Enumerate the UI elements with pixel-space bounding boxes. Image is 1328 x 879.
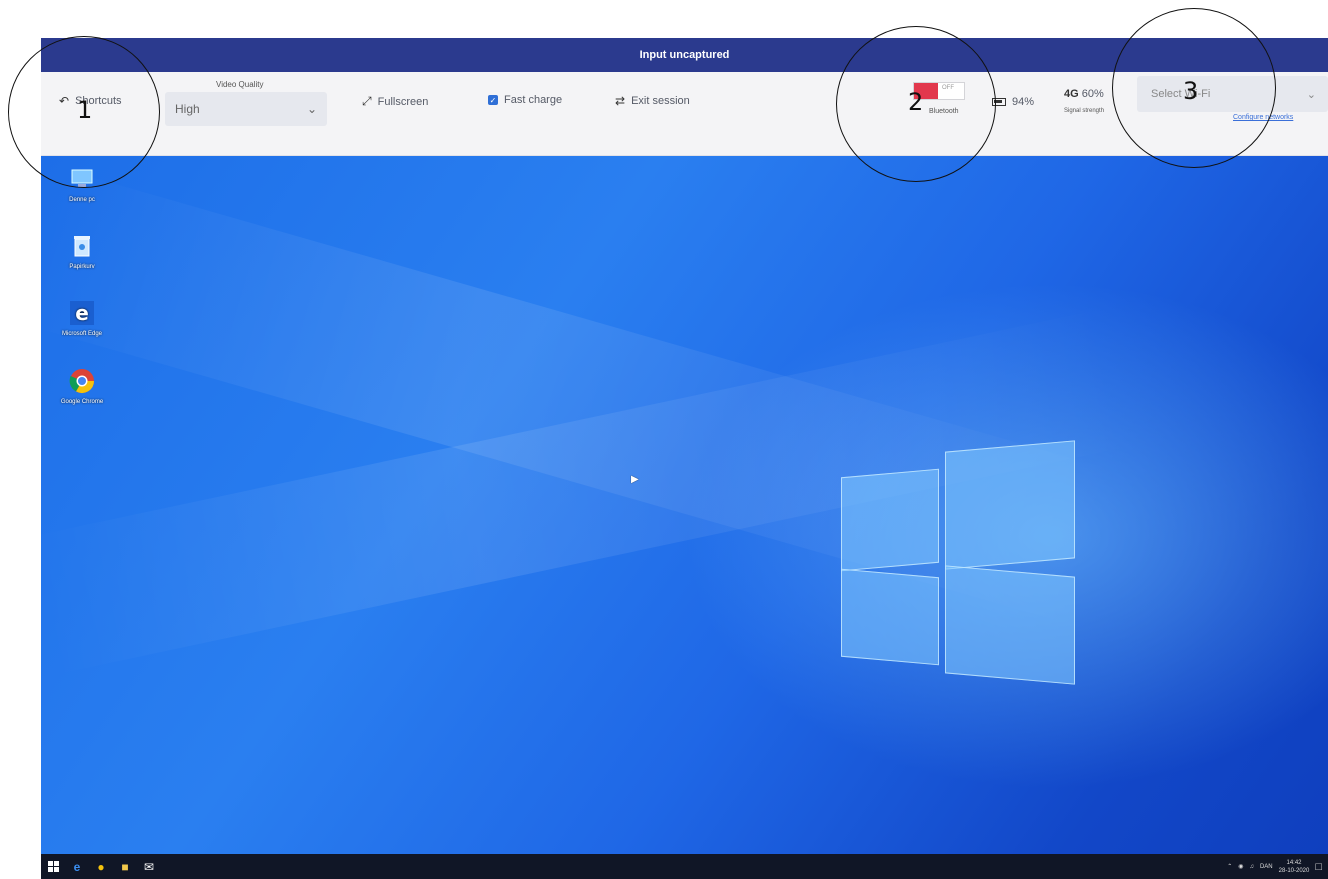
exit-session-label: Exit session	[631, 95, 690, 107]
annotation-number-3: 3	[1183, 77, 1199, 105]
chevron-down-icon: ⌄	[1306, 88, 1316, 101]
clock-time: 14:42	[1286, 859, 1302, 866]
recycle-bin-icon	[67, 231, 97, 261]
network-icon[interactable]: ◉	[1238, 863, 1243, 870]
logo-pane	[945, 440, 1075, 570]
annotation-number-2: 2	[908, 88, 924, 116]
annotation-number-1: 1	[77, 96, 93, 124]
fast-charge-label: Fast charge	[504, 94, 563, 106]
exit-session-button[interactable]: ⇄ Exit session	[615, 94, 690, 108]
clock[interactable]: 14:42 28-10-2020	[1279, 859, 1310, 875]
chevron-down-icon: ⌄	[306, 102, 317, 116]
logo-pane	[945, 565, 1075, 685]
tray-chevron-up-icon[interactable]: ⌃	[1227, 863, 1232, 870]
signal-label: Signal strength	[1064, 108, 1105, 114]
taskbar: e ● ■ ✉ ⌃ ◉ ♫ DAN 14:42 28-10-2020 □	[41, 854, 1328, 879]
edge-icon: e	[73, 859, 81, 874]
battery-percent: 94%	[1012, 96, 1035, 108]
windows-desktop: Denne pc Papirkurv e Microsoft Edge Goog…	[41, 156, 1328, 854]
exit-icon: ⇄	[615, 94, 626, 108]
taskbar-edge[interactable]: e	[65, 854, 89, 879]
edge-icon: e	[67, 298, 97, 328]
signal-percent: 60%	[1081, 88, 1104, 100]
status-title: Input uncaptured	[639, 49, 730, 61]
notification-icon[interactable]: □	[1315, 861, 1322, 873]
mail-icon: ✉	[143, 859, 155, 874]
clock-date: 28-10-2020	[1278, 867, 1310, 874]
fast-charge-checkbox[interactable]: ✓	[488, 95, 498, 105]
logo-pane	[841, 468, 939, 572]
signal-status: 4G 60%	[1064, 88, 1104, 100]
volume-icon[interactable]: ♫	[1249, 864, 1254, 870]
video-quality-value: High	[175, 102, 200, 116]
taskbar-mail[interactable]: ✉	[137, 854, 161, 879]
fullscreen-icon: ⤢	[362, 94, 372, 108]
fullscreen-button[interactable]: ⤢ Fullscreen	[362, 94, 428, 109]
signal-tech: 4G	[1064, 88, 1079, 100]
desktop-icon-recycle-bin[interactable]: Papirkurv	[47, 231, 117, 270]
windows-start-icon	[47, 861, 59, 872]
chrome-icon: ●	[97, 859, 105, 874]
start-button[interactable]	[41, 854, 65, 879]
battery-status: 94%	[992, 96, 1034, 108]
taskbar-file-explorer[interactable]: ■	[113, 854, 137, 879]
desktop-icon-edge[interactable]: e Microsoft Edge	[47, 298, 117, 337]
fast-charge-toggle[interactable]: ✓ Fast charge	[488, 94, 562, 106]
fullscreen-label: Fullscreen	[377, 95, 429, 108]
taskbar-chrome[interactable]: ●	[89, 854, 113, 879]
mouse-cursor-icon: ▶	[631, 474, 639, 485]
logo-pane	[841, 568, 939, 666]
windows-logo	[841, 440, 1077, 685]
svg-text:e: e	[75, 301, 89, 325]
chrome-icon	[67, 366, 97, 396]
video-quality-label: Video Quality	[216, 80, 264, 89]
video-quality-select[interactable]: High ⌄	[165, 92, 327, 126]
desktop-icon-chrome[interactable]: Google Chrome	[47, 366, 117, 405]
system-tray: ⌃ ◉ ♫ DAN 14:42 28-10-2020 □	[1227, 854, 1322, 879]
folder-icon: ■	[121, 859, 129, 874]
language-indicator[interactable]: DAN	[1260, 864, 1273, 870]
remote-session-screen: Input uncaptured ↶ Shortcuts Video Quali…	[0, 0, 1328, 879]
